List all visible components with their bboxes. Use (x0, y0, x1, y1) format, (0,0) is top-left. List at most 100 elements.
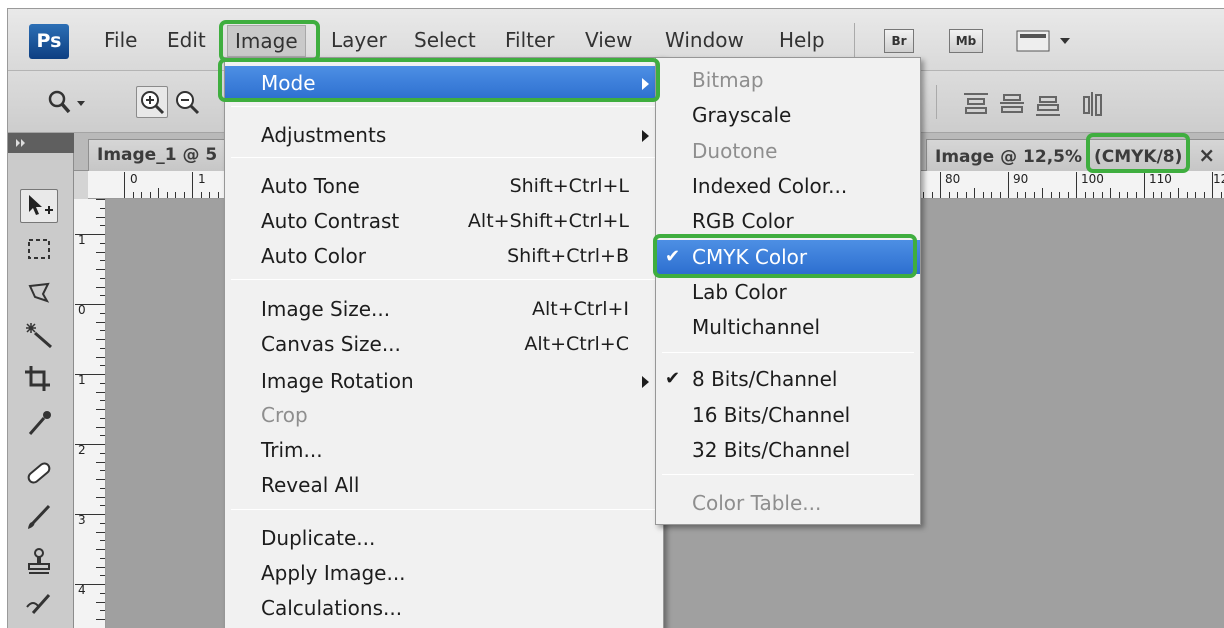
menu-item-rgb-color[interactable]: RGB Color (656, 204, 920, 238)
align-icons[interactable] (960, 89, 1130, 119)
ruler-tick (100, 207, 105, 209)
color-mode-label: (CMYK/8) (1093, 147, 1183, 167)
menu-item-image-size[interactable]: Image Size... Alt+Ctrl+I (225, 292, 663, 326)
ruler-tick (96, 216, 105, 218)
menu-item-canvas-size[interactable]: Canvas Size... Alt+Ctrl+C (225, 327, 663, 361)
zoom-tool-icon[interactable] (46, 89, 86, 117)
ruler-tick (96, 321, 105, 323)
history-brush-tool-icon[interactable] (20, 589, 58, 623)
ruler-tick (1101, 192, 1103, 198)
ruler-tick (96, 339, 105, 340)
ruler-tick (96, 549, 105, 550)
menu-window[interactable]: Window (665, 26, 744, 54)
ruler-tick (1008, 172, 1009, 198)
menu-view[interactable]: View (585, 26, 632, 54)
menu-item-grayscale[interactable]: Grayscale (656, 98, 920, 132)
bridge-icon[interactable]: Br (884, 29, 914, 53)
ruler-tick (192, 172, 193, 198)
menu-item-duotone: Duotone (692, 139, 778, 163)
menu-image[interactable]: Image (227, 25, 306, 57)
ruler-tick (96, 496, 105, 498)
marquee-tool-icon[interactable] (20, 233, 58, 267)
menu-filter[interactable]: Filter (505, 26, 555, 54)
eyedropper-tool-icon[interactable] (20, 407, 58, 441)
document-tab-title: Image @ 12,5% (935, 147, 1083, 167)
zoom-out-icon[interactable] (172, 87, 202, 117)
ruler-tick (1118, 192, 1120, 198)
ruler-tick (166, 192, 168, 198)
ruler-label: 1 (78, 233, 86, 247)
menu-item-lab-color[interactable]: Lab Color (656, 275, 920, 309)
document-tab-image1[interactable]: Image_1 @ 5 (88, 139, 227, 171)
menu-item-auto-tone[interactable]: Auto Tone Shift+Ctrl+L (225, 169, 663, 203)
menu-item-adjustments[interactable]: Adjustments (225, 118, 663, 152)
ruler-tick (982, 192, 984, 198)
panel-collapse-icon[interactable] (8, 133, 74, 153)
ruler-tick (1152, 192, 1154, 198)
clone-stamp-tool-icon[interactable] (20, 545, 58, 579)
document-tab-image[interactable]: Image @ 12,5% (CMYK/8) × (926, 139, 1224, 171)
ruler-label: 0 (78, 303, 86, 317)
crop-tool-icon[interactable] (20, 363, 58, 397)
menu-item-16-bits[interactable]: 16 Bits/Channel (656, 398, 920, 432)
ruler-tick (75, 234, 105, 235)
ruler-tick (75, 444, 105, 445)
menu-item-apply-image[interactable]: Apply Image... (225, 556, 663, 590)
ruler-tick (1127, 192, 1128, 198)
ruler-label: 2 (78, 443, 86, 457)
ruler-tick (200, 192, 202, 198)
menu-item-reveal-all[interactable]: Reveal All (225, 468, 663, 502)
menu-separator (231, 157, 657, 158)
ruler-label: 0 (130, 172, 138, 186)
menu-item-auto-contrast[interactable]: Auto Contrast Alt+Shift+Ctrl+L (225, 204, 663, 238)
screen-mode-icon[interactable] (1016, 28, 1070, 54)
ruler-tick (96, 531, 105, 533)
ruler-tick (974, 188, 975, 198)
menu-item-8-bits[interactable]: ✔ 8 Bits/Channel (656, 362, 920, 396)
close-icon[interactable]: × (1198, 143, 1215, 167)
menu-item-multichannel[interactable]: Multichannel (656, 310, 920, 344)
menu-item-cmyk-color[interactable]: ✔ CMYK Color (656, 240, 920, 274)
ruler-tick (124, 172, 125, 198)
menu-item-image-rotation[interactable]: Image Rotation (225, 364, 663, 398)
menu-layer[interactable]: Layer (331, 26, 387, 54)
magic-wand-tool-icon[interactable] (20, 319, 58, 353)
ruler-tick (96, 461, 105, 463)
menu-help[interactable]: Help (779, 26, 825, 54)
brush-tool-icon[interactable] (20, 501, 58, 535)
healing-brush-tool-icon[interactable] (20, 457, 58, 491)
menu-item-indexed-color[interactable]: Indexed Color... (656, 169, 920, 203)
ruler-label: 80 (945, 172, 961, 186)
move-tool-icon[interactable] (20, 189, 58, 223)
ruler-tick (217, 192, 219, 198)
mini-bridge-icon[interactable]: Mb (949, 29, 983, 53)
ruler-tick (1195, 192, 1196, 198)
ruler-tick (100, 505, 105, 507)
ruler-tick (175, 192, 176, 198)
ruler-tick (209, 192, 210, 198)
menu-item-32-bits[interactable]: 32 Bits/Channel (656, 433, 920, 467)
menu-item-calculations[interactable]: Calculations... (225, 591, 663, 625)
lasso-tool-icon[interactable] (20, 277, 58, 311)
ruler-tick (100, 225, 105, 227)
ruler-tick (948, 192, 950, 198)
menu-file[interactable]: File (104, 26, 137, 54)
ruler-tick (1059, 192, 1060, 198)
ruler-tick (100, 312, 105, 314)
menu-item-crop: Crop (261, 403, 308, 427)
menu-item-duplicate[interactable]: Duplicate... (225, 521, 663, 555)
ruler-label: 100 (1081, 172, 1104, 186)
menu-edit[interactable]: Edit (167, 26, 206, 54)
ruler-tick (100, 400, 105, 402)
ruler-tick (96, 391, 105, 393)
ruler-tick (1220, 192, 1222, 198)
menu-item-auto-color[interactable]: Auto Color Shift+Ctrl+B (225, 239, 663, 273)
zoom-in-icon[interactable] (136, 86, 168, 118)
menu-item-mode[interactable]: Mode (225, 66, 663, 100)
ruler-tick (1084, 192, 1086, 198)
ruler-tick (158, 188, 159, 198)
menu-item-trim[interactable]: Trim... (225, 433, 663, 467)
ruler-tick (931, 192, 933, 198)
menu-select[interactable]: Select (414, 26, 476, 54)
photoshop-window: Ps File Edit Image Layer Select Filter V… (7, 8, 1224, 628)
